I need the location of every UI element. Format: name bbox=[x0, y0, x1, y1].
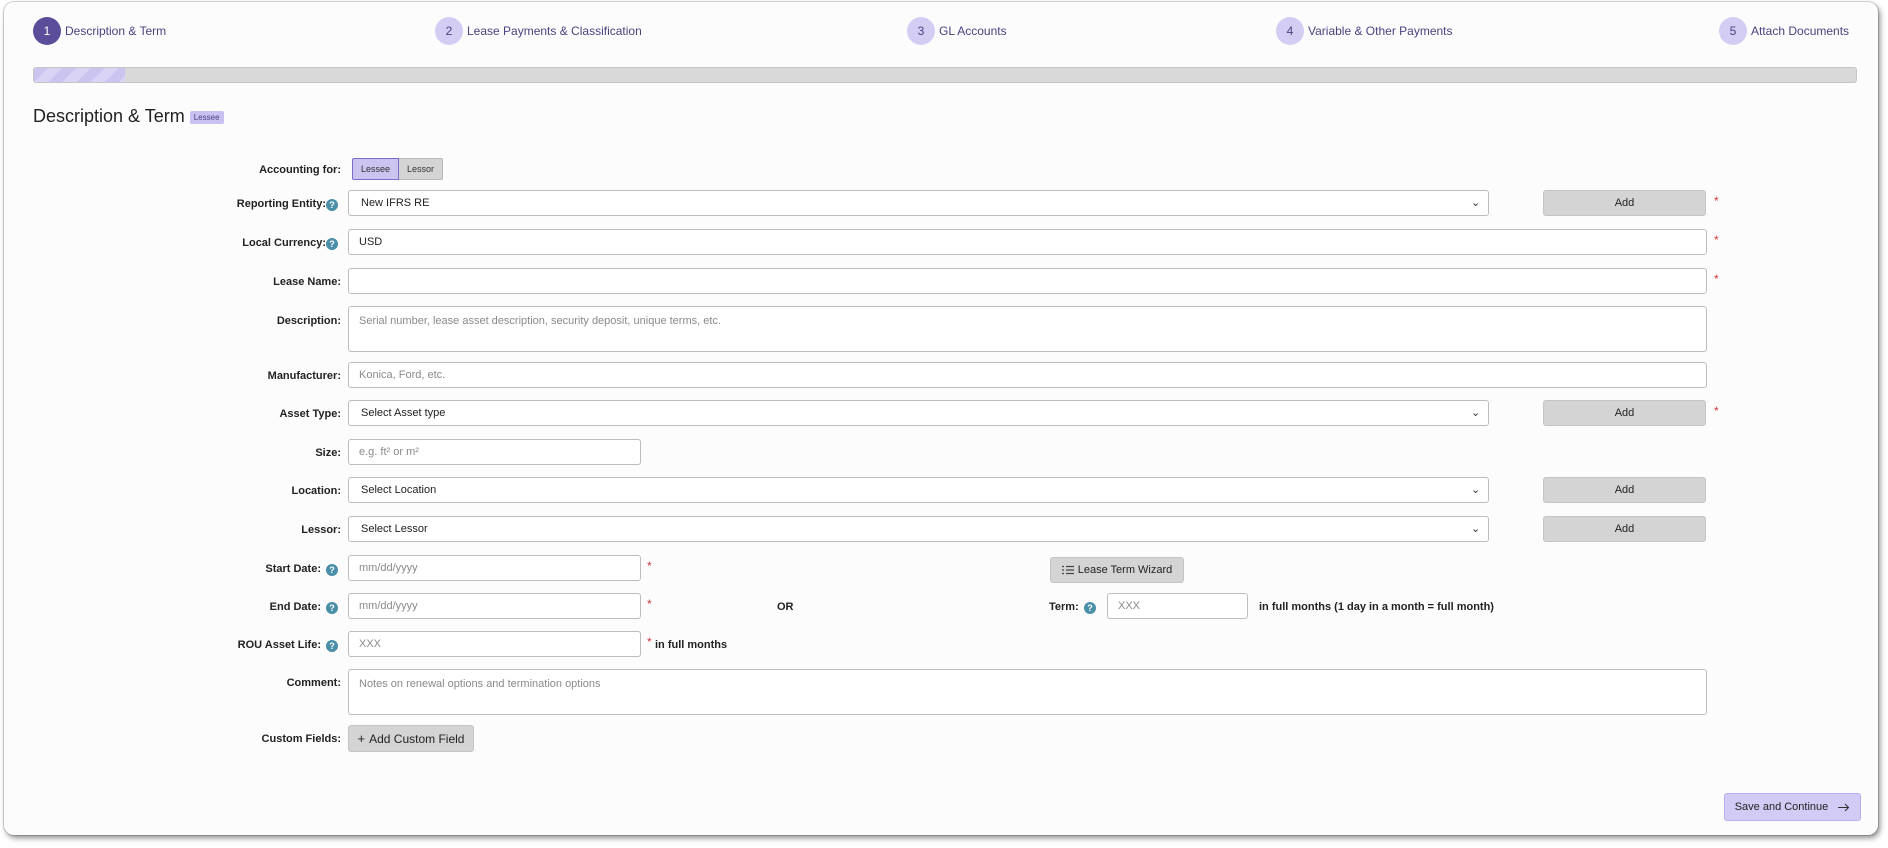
term-suffix: in full months (1 day in a month = full … bbox=[1259, 601, 1494, 613]
step-number: 2 bbox=[435, 17, 463, 45]
help-icon[interactable]: ? bbox=[326, 602, 338, 614]
list-checks-icon bbox=[1061, 565, 1074, 575]
help-icon[interactable]: ? bbox=[1084, 602, 1096, 614]
add-reporting-entity-button[interactable]: Add bbox=[1543, 190, 1706, 216]
lease-term-wizard-label: Lease Term Wizard bbox=[1077, 564, 1173, 576]
start-date-label: Start Date: bbox=[265, 563, 321, 575]
required-marker: * bbox=[1714, 272, 1719, 286]
step-description-term[interactable]: 1 Description & Term bbox=[33, 17, 166, 45]
asset-type-select[interactable]: Select Asset type bbox=[348, 400, 1489, 426]
step-number: 1 bbox=[33, 17, 61, 45]
start-date-input[interactable] bbox=[348, 555, 641, 581]
end-date-label: End Date: bbox=[269, 601, 321, 613]
help-icon[interactable]: ? bbox=[326, 199, 338, 211]
help-icon[interactable]: ? bbox=[326, 640, 338, 652]
plus-icon: + bbox=[357, 731, 366, 746]
section-header: Description & Term Lessee bbox=[33, 106, 224, 127]
step-number: 4 bbox=[1276, 17, 1304, 45]
step-label: Variable & Other Payments bbox=[1308, 24, 1453, 38]
accounting-for-toggle: Lessee Lessor bbox=[352, 158, 444, 180]
required-marker: * bbox=[1714, 233, 1719, 247]
local-currency-input[interactable] bbox=[348, 229, 1707, 255]
required-marker: * bbox=[1714, 194, 1719, 208]
lessor-label: Lessor: bbox=[301, 524, 341, 536]
comment-label: Comment: bbox=[286, 677, 341, 689]
lease-name-label: Lease Name: bbox=[273, 276, 341, 288]
step-label: Description & Term bbox=[65, 24, 167, 38]
mode-badge: Lessee bbox=[189, 111, 224, 124]
progress-bar bbox=[33, 67, 1857, 83]
step-label: GL Accounts bbox=[939, 24, 1007, 38]
asset-type-label: Asset Type: bbox=[279, 408, 341, 420]
reporting-entity-select[interactable]: New IFRS RE bbox=[348, 190, 1489, 216]
lessor-select[interactable]: Select Lessor bbox=[348, 516, 1489, 542]
required-marker: * bbox=[1714, 404, 1719, 418]
step-label: Lease Payments & Classification bbox=[467, 24, 642, 38]
or-separator: OR bbox=[777, 601, 794, 613]
term-input[interactable] bbox=[1107, 593, 1248, 619]
rou-suffix: in full months bbox=[655, 639, 728, 651]
step-number: 3 bbox=[907, 17, 935, 45]
location-label: Location: bbox=[291, 485, 342, 497]
step-number: 5 bbox=[1719, 17, 1747, 45]
size-label: Size: bbox=[315, 447, 341, 459]
accounting-for-label: Accounting for: bbox=[259, 164, 341, 176]
page-title: Description & Term bbox=[33, 106, 185, 126]
wizard-stepper: 1 Description & Term 2 Lease Payments & … bbox=[4, 17, 1878, 47]
step-lease-payments[interactable]: 2 Lease Payments & Classification bbox=[435, 17, 642, 45]
form-window: 1 Description & Term 2 Lease Payments & … bbox=[4, 2, 1878, 835]
end-date-input[interactable] bbox=[348, 593, 641, 619]
comment-textarea[interactable] bbox=[348, 669, 1707, 715]
size-input[interactable] bbox=[348, 439, 641, 465]
location-select[interactable]: Select Location bbox=[348, 477, 1489, 503]
progress-fill bbox=[34, 68, 126, 82]
help-icon[interactable]: ? bbox=[326, 238, 338, 250]
local-currency-label: Local Currency: bbox=[242, 237, 326, 249]
toggle-lessor[interactable]: Lessor bbox=[399, 158, 444, 180]
custom-fields-label: Custom Fields: bbox=[261, 733, 341, 745]
rou-asset-life-label: ROU Asset Life: bbox=[237, 639, 321, 651]
description-label: Description: bbox=[276, 315, 341, 327]
reporting-entity-label: Reporting Entity: bbox=[236, 198, 326, 210]
save-label: Save and Continue bbox=[1734, 801, 1829, 813]
add-asset-type-button[interactable]: Add bbox=[1543, 400, 1706, 426]
lease-name-input[interactable] bbox=[348, 268, 1707, 294]
step-attach-documents[interactable]: 5 Attach Documents bbox=[1719, 17, 1849, 45]
step-gl-accounts[interactable]: 3 GL Accounts bbox=[907, 17, 1007, 45]
step-variable-payments[interactable]: 4 Variable & Other Payments bbox=[1276, 17, 1453, 45]
lease-term-wizard-button[interactable]: Lease Term Wizard bbox=[1050, 557, 1184, 583]
add-custom-field-button[interactable]: + Add Custom Field bbox=[348, 725, 474, 752]
description-textarea[interactable] bbox=[348, 306, 1707, 352]
step-label: Attach Documents bbox=[1751, 24, 1850, 38]
help-icon[interactable]: ? bbox=[326, 564, 338, 576]
manufacturer-input[interactable] bbox=[348, 362, 1707, 388]
add-location-button[interactable]: Add bbox=[1543, 477, 1706, 503]
required-marker: * bbox=[647, 597, 652, 611]
save-and-continue-button[interactable]: Save and Continue bbox=[1724, 793, 1861, 821]
manufacturer-label: Manufacturer: bbox=[267, 370, 341, 382]
required-marker: * bbox=[647, 635, 652, 649]
arrow-right-icon bbox=[1838, 803, 1850, 811]
add-lessor-button[interactable]: Add bbox=[1543, 516, 1706, 542]
add-custom-field-label: Add Custom Field bbox=[369, 731, 465, 746]
required-marker: * bbox=[647, 559, 652, 573]
term-label: Term: bbox=[1049, 601, 1079, 613]
rou-asset-life-input[interactable] bbox=[348, 631, 641, 657]
toggle-lessee[interactable]: Lessee bbox=[352, 158, 400, 180]
